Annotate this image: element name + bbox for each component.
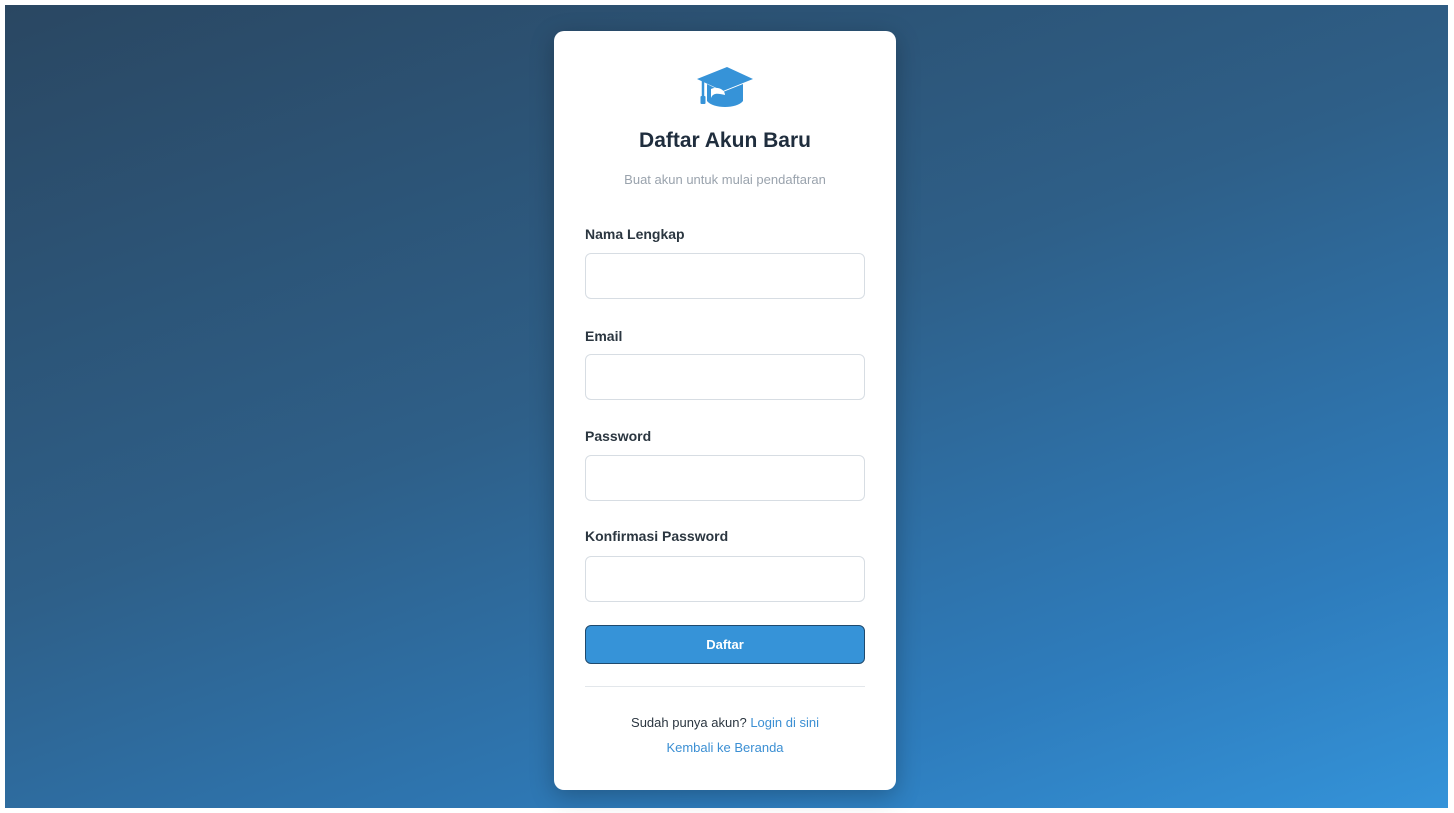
email-label: Email — [585, 328, 623, 344]
page-title: Daftar Akun Baru — [639, 129, 811, 152]
home-link-row: Kembali ke Beranda — [554, 740, 896, 755]
confirm-password-input[interactable] — [585, 556, 865, 602]
divider — [585, 686, 865, 687]
page-subtitle: Buat akun untuk mulai pendaftaran — [624, 172, 826, 187]
password-label: Password — [585, 428, 652, 444]
register-card: Daftar Akun Baru Buat akun untuk mulai p… — [554, 31, 896, 790]
graduation-cap-icon — [697, 67, 753, 107]
confirm-password-label: Konfirmasi Password — [585, 528, 729, 544]
login-link[interactable]: Login di sini — [750, 715, 819, 730]
register-button[interactable]: Daftar — [585, 625, 865, 664]
full-name-input[interactable] — [585, 253, 865, 299]
back-to-home-link[interactable]: Kembali ke Beranda — [666, 740, 783, 755]
have-account-text: Sudah punya akun? — [631, 715, 747, 730]
email-input[interactable] — [585, 354, 865, 400]
password-input[interactable] — [585, 455, 865, 501]
full-name-label: Nama Lengkap — [585, 226, 685, 242]
login-prompt: Sudah punya akun? Login di sini — [554, 715, 896, 730]
